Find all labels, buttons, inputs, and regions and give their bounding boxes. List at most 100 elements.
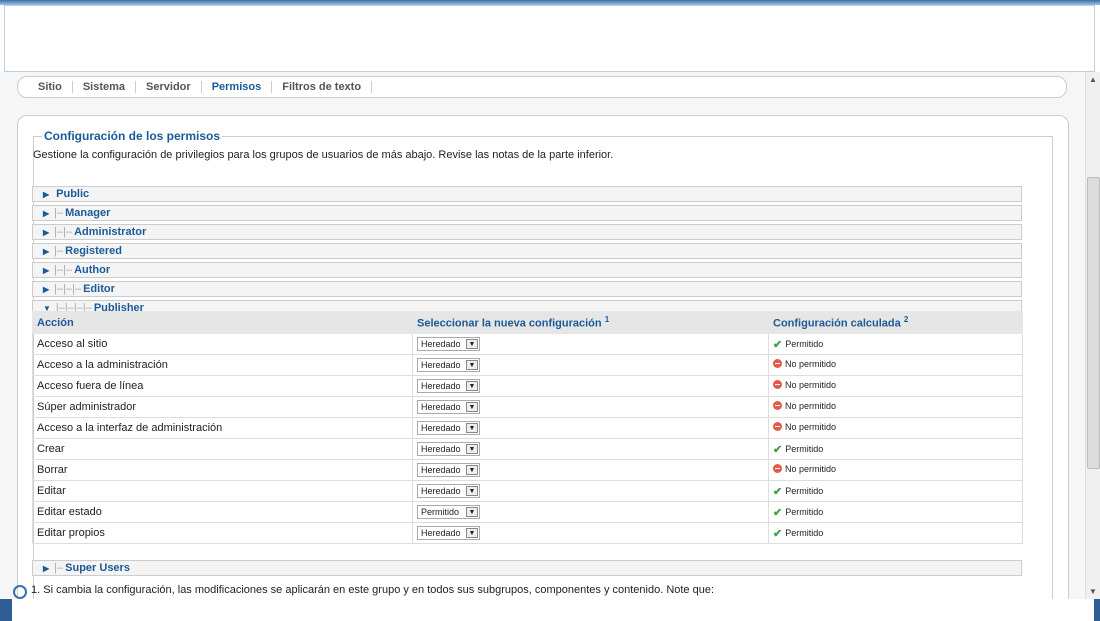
tab-sistema[interactable]: Sistema [73, 81, 137, 93]
action-name: Borrar [32, 459, 413, 481]
group-manager[interactable]: ▶ |– Manager [32, 205, 1022, 221]
setting-cell: Permitido ▼ [412, 501, 769, 523]
calculated-status: ✔ Permitido [773, 485, 823, 498]
chevron-down-icon[interactable]: ▼ [466, 423, 478, 433]
calculated-label: Permitido [785, 507, 824, 517]
setting-value: Heredado [421, 465, 461, 475]
chevron-down-icon[interactable]: ▼ [466, 444, 478, 454]
calculated-cell: ✔ Permitido [768, 333, 1023, 355]
calculated-cell: ✔ Permitido [768, 501, 1023, 523]
setting-select[interactable]: Heredado ▼ [417, 484, 480, 498]
setting-select[interactable]: Heredado ▼ [417, 337, 480, 351]
group-public[interactable]: ▶ Public [32, 186, 1022, 202]
setting-value: Heredado [421, 423, 461, 433]
tab-permisos[interactable]: Permisos [202, 81, 273, 93]
setting-value: Permitido [421, 507, 460, 517]
tab-bar: Sitio Sistema Servidor Permisos Filtros … [17, 76, 1067, 98]
footnote-text: 1. Si cambia la configuración, las modif… [31, 584, 715, 596]
chevron-down-icon[interactable]: ▼ [466, 528, 478, 538]
chevron-down-icon[interactable]: ▼ [466, 402, 478, 412]
triangle-right-icon: ▶ [43, 247, 50, 256]
tab-servidor[interactable]: Servidor [136, 81, 202, 93]
chevron-down-icon[interactable]: ▼ [466, 486, 478, 496]
setting-select[interactable]: Heredado ▼ [417, 379, 480, 393]
denied-icon [773, 422, 782, 432]
group-indent: |–|–|– [54, 283, 82, 295]
calculated-cell: ✔ Permitido [768, 522, 1023, 544]
group-name: Super Users [65, 562, 130, 574]
setting-cell: Heredado ▼ [412, 375, 769, 397]
chevron-down-icon[interactable]: ▼ [466, 339, 478, 349]
action-name: Acceso al sitio [32, 333, 413, 355]
tab-filtros-de-texto[interactable]: Filtros de texto [272, 81, 373, 93]
denied-icon [773, 401, 782, 411]
action-name: Acceso a la administración [32, 354, 413, 376]
setting-value: Heredado [421, 360, 461, 370]
setting-value: Heredado [421, 486, 461, 496]
table-header-row: Acción Seleccionar la nueva configuració… [32, 311, 1023, 334]
group-administrator[interactable]: ▶ |–|– Administrator [32, 224, 1022, 240]
tab-sitio[interactable]: Sitio [28, 81, 73, 93]
checkmark-icon: ✔ [773, 338, 783, 351]
calculated-label: Permitido [785, 486, 824, 496]
group-author[interactable]: ▶ |–|– Author [32, 262, 1022, 278]
triangle-right-icon: ▶ [43, 285, 50, 294]
triangle-right-icon: ▶ [43, 266, 50, 275]
setting-select[interactable]: Heredado ▼ [417, 526, 480, 540]
group-name: Registered [65, 245, 122, 257]
group-name: Public [56, 188, 90, 200]
scroll-up-icon[interactable]: ▲ [1089, 75, 1097, 84]
group-super-users[interactable]: ▶ |– Super Users [32, 560, 1022, 576]
calculated-cell: No permitido [768, 354, 1023, 376]
calculated-cell: No permitido [768, 417, 1023, 439]
setting-cell: Heredado ▼ [412, 522, 769, 544]
setting-select[interactable]: Heredado ▼ [417, 463, 480, 477]
section-legend: Configuración de los permisos [44, 129, 221, 143]
group-name: Author [74, 264, 111, 276]
section-description: Gestione la configuración de privilegios… [33, 149, 614, 161]
calculated-status: ✔ Permitido [773, 506, 823, 519]
chevron-down-icon[interactable]: ▼ [466, 360, 478, 370]
group-indent: |–|– [54, 226, 73, 238]
checkmark-icon: ✔ [773, 527, 783, 540]
checkmark-icon: ✔ [773, 485, 783, 498]
calculated-cell: ✔ Permitido [768, 480, 1023, 502]
group-indent: |– [54, 562, 64, 574]
table-row: Súper administrador Heredado ▼ No permitido [32, 396, 1023, 418]
scroll-thumb[interactable] [1087, 177, 1100, 469]
top-header-area [4, 5, 1095, 72]
header-new-setting: Seleccionar la nueva configuración 1 [412, 311, 769, 334]
table-row: Editar propios Heredado ▼ ✔ Permitido [32, 522, 1023, 544]
vertical-scrollbar[interactable]: ▲ ▼ [1085, 72, 1100, 599]
chevron-down-icon[interactable]: ▼ [466, 507, 478, 517]
table-row: Acceso a la administración Heredado ▼ No pe… [32, 354, 1023, 376]
setting-select[interactable]: Heredado ▼ [417, 358, 480, 372]
chevron-down-icon[interactable]: ▼ [466, 381, 478, 391]
setting-select[interactable]: Heredado ▼ [417, 442, 480, 456]
triangle-right-icon: ▶ [43, 228, 50, 237]
group-name: Manager [65, 207, 111, 219]
table-row: Acceso al sitio Heredado ▼ ✔ Permitido [32, 333, 1023, 355]
scroll-down-icon[interactable]: ▼ [1089, 587, 1097, 596]
triangle-right-icon: ▶ [43, 190, 50, 199]
permissions-panel: Configuración de los permisos Gestione l… [17, 115, 1069, 599]
header-calculated: Configuración calculada 2 [768, 311, 1023, 334]
group-name: Administrator [74, 226, 147, 238]
calculated-status: ✔ Permitido [773, 338, 823, 351]
triangle-right-icon: ▶ [43, 564, 50, 573]
setting-value: Heredado [421, 381, 461, 391]
calculated-label: Permitido [785, 528, 824, 538]
setting-cell: Heredado ▼ [412, 438, 769, 460]
group-registered[interactable]: ▶ |– Registered [32, 243, 1022, 259]
calculated-label: No permitido [785, 400, 837, 411]
group-editor[interactable]: ▶ |–|–|– Editor [32, 281, 1022, 297]
setting-select[interactable]: Heredado ▼ [417, 400, 480, 414]
calculated-label: No permitido [785, 463, 837, 474]
header-action: Acción [32, 311, 413, 334]
action-name: Crear [32, 438, 413, 460]
setting-select[interactable]: Heredado ▼ [417, 421, 480, 435]
setting-select[interactable]: Permitido ▼ [417, 505, 480, 519]
info-icon [13, 585, 27, 599]
chevron-down-icon[interactable]: ▼ [466, 465, 478, 475]
group-name: Editor [83, 283, 115, 295]
